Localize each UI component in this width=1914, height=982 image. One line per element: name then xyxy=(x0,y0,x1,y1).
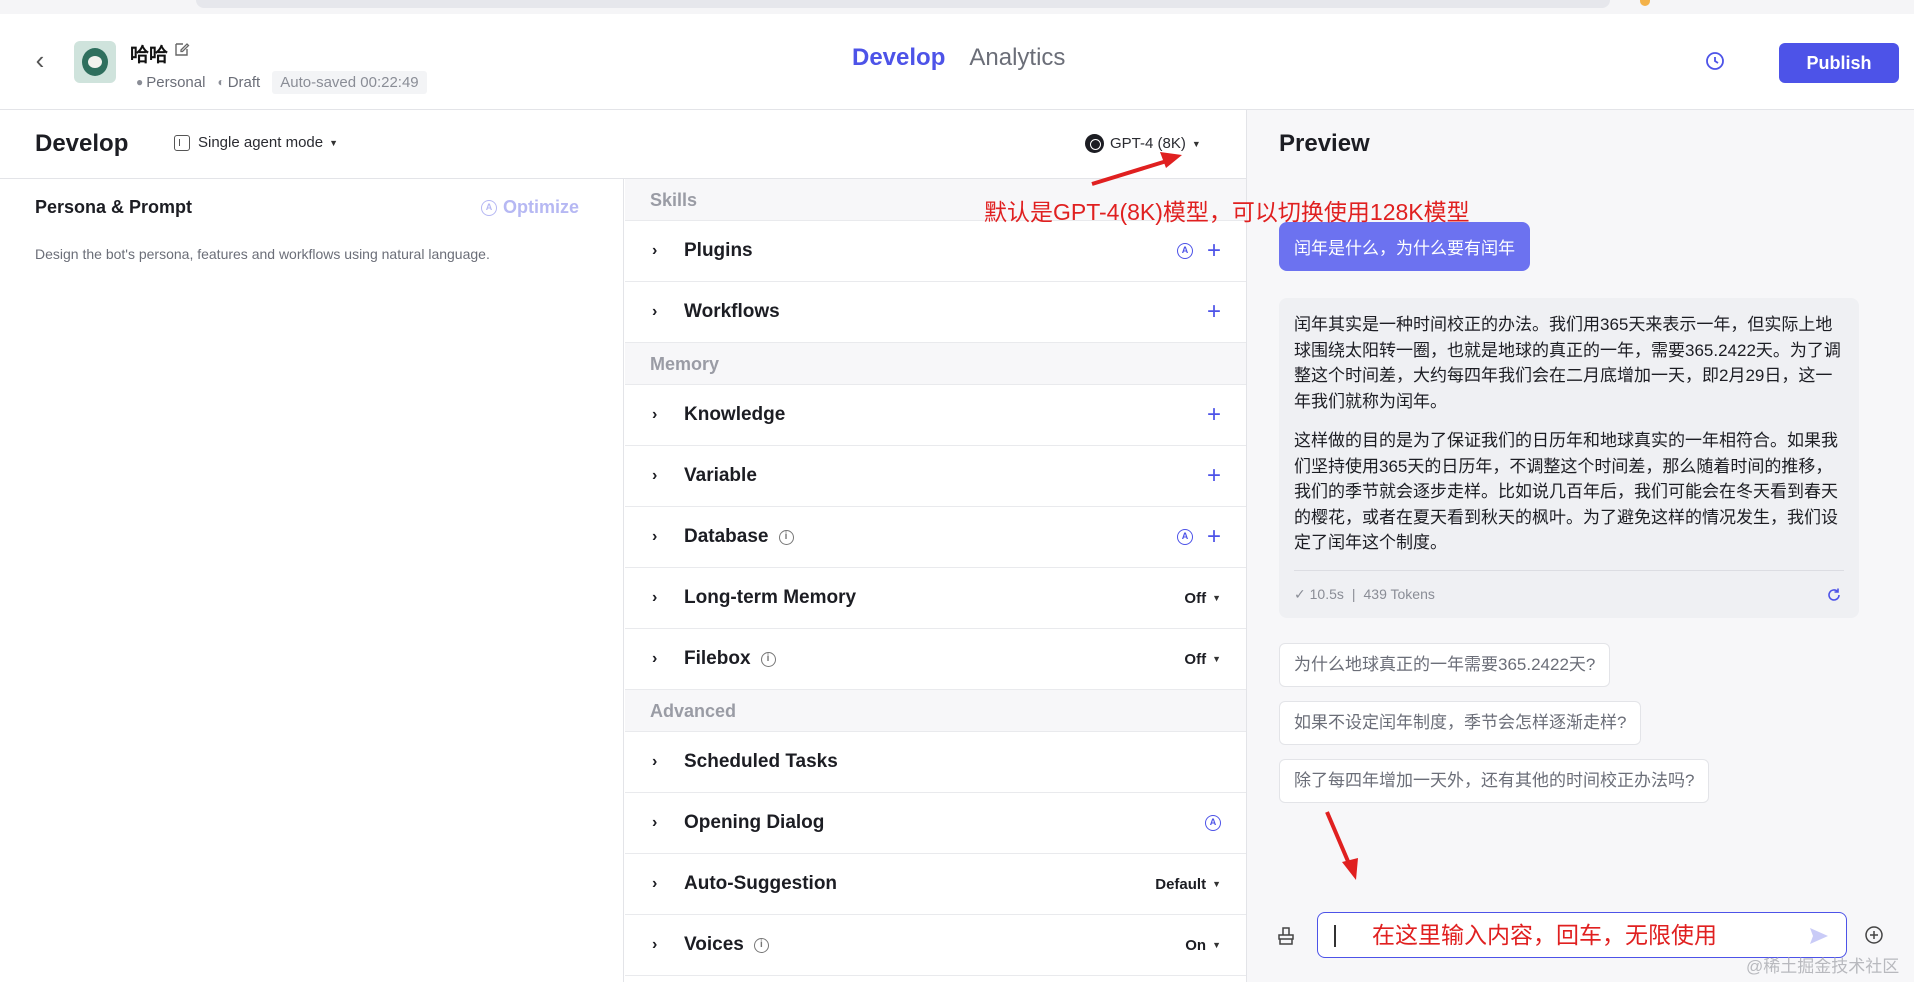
model-annotation: 默认是GPT-4(8K)模型，可以切换使用128K模型 xyxy=(984,199,1470,225)
watermark: @稀土掘金技术社区 xyxy=(1746,957,1900,976)
annotation-arrows xyxy=(1091,152,1358,880)
input-annotation: 在这里输入内容，回车，无限使用 xyxy=(1372,922,1717,948)
